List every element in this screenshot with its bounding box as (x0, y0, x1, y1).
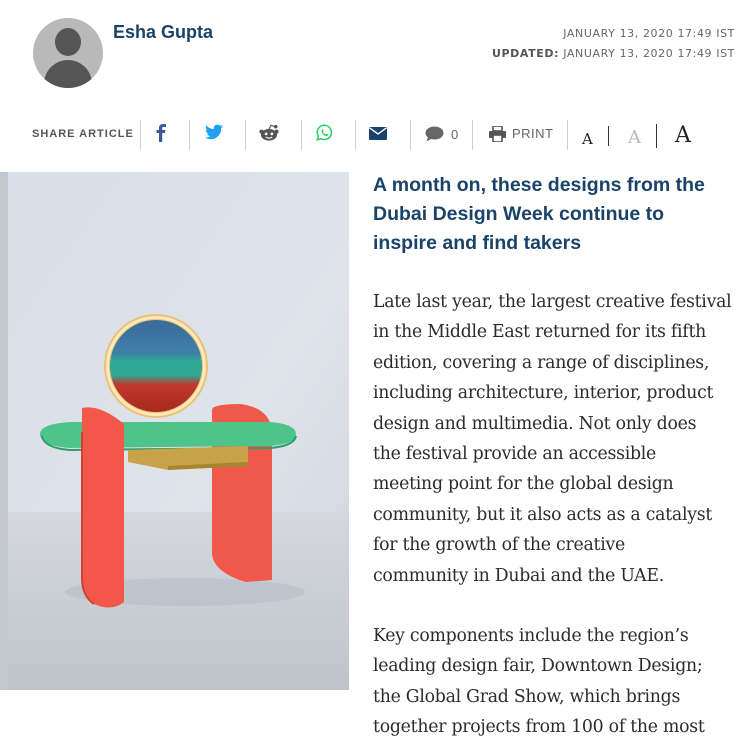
article-paragraph-2: Key components include the region’s lead… (373, 621, 738, 743)
divider (656, 124, 657, 148)
share-bar: SHARE ARTICLE 0 PRINT A A A (0, 116, 750, 154)
paragraph-line: including architecture, interior, produc… (373, 383, 714, 404)
facebook-icon[interactable] (155, 124, 167, 142)
updated-date: JANUARY 13, 2020 17:49 IST (563, 47, 735, 60)
share-article-label: SHARE ARTICLE (32, 128, 134, 140)
font-size-small-button[interactable]: A (582, 130, 593, 148)
article-paragraph-1: Late last year, the largest creative fes… (373, 287, 738, 591)
mirror-glass (110, 320, 202, 412)
article-dates: JANUARY 13, 2020 17:49 IST UPDATED: JANU… (492, 24, 735, 64)
divider (301, 120, 302, 150)
divider (608, 126, 609, 146)
paragraph-line: in the Middle East returned for its fift… (373, 322, 707, 343)
paragraph-line: leading design fair, Downtown Design; (373, 656, 703, 677)
divider (189, 120, 190, 150)
article-image (0, 172, 349, 690)
avatar-body (44, 60, 92, 88)
article-subhead: A month on, these designs from the Dubai… (373, 171, 733, 258)
print-icon[interactable] (489, 126, 506, 142)
divider (410, 120, 411, 150)
paragraph-line: together projects from 100 of the most (373, 717, 705, 738)
divider (245, 120, 246, 150)
front-leg (82, 407, 124, 608)
paragraph-line: community in Dubai and the UAE. (373, 565, 665, 586)
whatsapp-icon[interactable] (316, 124, 333, 141)
published-date: JANUARY 13, 2020 17:49 IST (563, 27, 735, 40)
subhead-line: A month on, these designs from the (373, 174, 705, 196)
subhead-line: inspire and find takers (373, 232, 582, 254)
divider (472, 120, 473, 150)
author-name[interactable]: Esha Gupta (113, 22, 213, 43)
reddit-icon[interactable] (259, 124, 279, 142)
email-icon[interactable] (369, 127, 387, 140)
font-size-medium-button[interactable]: A (628, 127, 641, 148)
paragraph-line: Key components include the region’s (373, 626, 689, 646)
font-size-large-button[interactable]: A (675, 123, 691, 148)
paragraph-line: community, but it also acts as a catalys… (373, 504, 713, 525)
print-label[interactable]: PRINT (512, 126, 554, 141)
avatar-head (55, 28, 81, 56)
paragraph-line: for the growth of the creative (373, 535, 625, 556)
divider (355, 120, 356, 150)
paragraph-line: design and multimedia. Not only does (373, 413, 697, 434)
comment-count: 0 (451, 127, 459, 142)
paragraph-line: the festival provide an accessible (373, 444, 657, 465)
author-avatar[interactable] (33, 18, 103, 88)
paragraph-line: meeting point for the global design (373, 474, 674, 495)
updated-label: UPDATED: (491, 47, 560, 60)
subhead-line: Dubai Design Week continue to (373, 203, 665, 225)
comment-icon[interactable] (425, 126, 444, 142)
table-top (40, 422, 296, 448)
divider (567, 120, 568, 150)
twitter-icon[interactable] (205, 124, 223, 140)
updated-date-row: UPDATED: JANUARY 13, 2020 17:49 IST (492, 44, 735, 64)
paragraph-line: edition, covering a range of disciplines… (373, 352, 710, 373)
divider (140, 120, 141, 150)
paragraph-line: Late last year, the largest creative fes… (373, 292, 732, 312)
paragraph-line: the Global Grad Show, which brings (373, 686, 681, 707)
